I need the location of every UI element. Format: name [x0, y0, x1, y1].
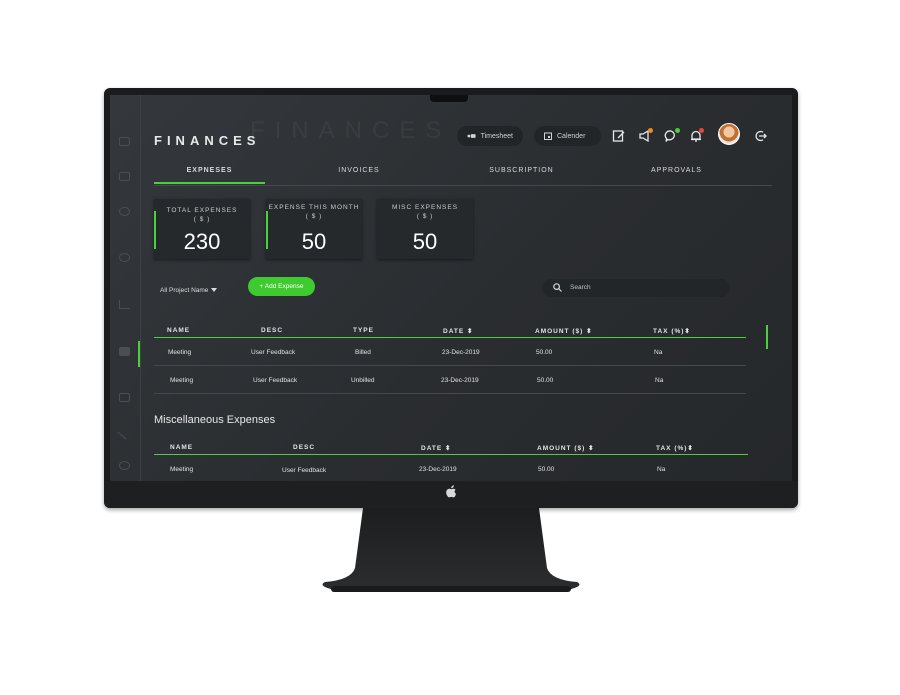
card-value: 50 [301, 229, 327, 254]
tab-subscription[interactable]: SUBSCRIPTION [464, 167, 579, 174]
timesheet-button[interactable]: Timesheet [457, 126, 523, 146]
misc-section-title: Miscellaneous Expenses [154, 414, 276, 426]
card-label-line1: EXPENSE THIS MONTH [268, 204, 360, 211]
card-label: EXPENSE THIS MONTH ( $ ) [266, 203, 362, 221]
cell-amount: 50.00 [537, 377, 554, 384]
monitor: FINANCES FINANCES Timesheet Calender EXP… [104, 88, 798, 508]
card-value: 230 [183, 229, 221, 254]
col-desc[interactable]: DESC [261, 327, 283, 334]
sidebar-dashboard-icon[interactable] [119, 137, 130, 146]
sidebar-settings-icon[interactable] [119, 461, 130, 470]
col-type[interactable]: TYPE [353, 327, 374, 334]
tab-expenses[interactable]: EXPNESES [154, 167, 265, 174]
search-placeholder: Search [570, 284, 591, 291]
sidebar-briefcase-icon[interactable] [119, 172, 130, 181]
cell-tax: Na [654, 349, 663, 356]
cell-name: Meeting [170, 466, 194, 473]
card-misc-expenses: MISC EXPENSES ( $ ) 50 [377, 199, 473, 259]
sidebar-calendar-icon[interactable] [119, 393, 130, 402]
app-screen: FINANCES FINANCES Timesheet Calender EXP… [110, 95, 792, 481]
cell-tax: Na [655, 377, 664, 384]
sidebar-users-icon[interactable] [119, 253, 130, 262]
tab-invoices[interactable]: INVOICES [304, 167, 414, 174]
search-box[interactable]: Search [542, 279, 730, 297]
col-desc[interactable]: DESC [293, 444, 315, 451]
avatar[interactable] [718, 123, 740, 145]
cell-date: 23-Dec-2019 [441, 377, 479, 384]
apple-logo-icon [446, 485, 456, 498]
edit-note-icon[interactable] [612, 129, 626, 143]
scrollbar[interactable] [766, 325, 769, 401]
cell-type: Unbilled [351, 377, 375, 384]
camera-notch [430, 95, 468, 102]
monitor-stand [322, 508, 580, 592]
logout-icon[interactable] [754, 129, 768, 143]
row-divider [154, 365, 746, 366]
col-amount[interactable]: AMOUNT ($) ⬍ [537, 444, 595, 452]
card-label: TOTAL EXPENSES ( $ ) [154, 206, 250, 224]
col-name[interactable]: NAME [170, 444, 193, 451]
header-divider [154, 454, 748, 455]
card-label: MISC EXPENSES ( $ ) [377, 203, 473, 221]
cell-name: Meeting [170, 377, 194, 384]
sidebar-tools-icon[interactable] [117, 425, 132, 440]
timesheet-label: Timesheet [480, 132, 513, 140]
card-label-line2: ( $ ) [416, 213, 434, 220]
card-label-line1: TOTAL EXPENSES [166, 207, 238, 214]
bell-badge [699, 128, 704, 133]
cell-desc: User Feedback [253, 377, 298, 384]
project-dropdown[interactable]: All Project Name [160, 283, 218, 297]
scrollbar-thumb[interactable] [766, 325, 768, 349]
page-title: FINANCES [154, 133, 261, 148]
sidebar-active-indicator [138, 341, 140, 367]
col-name[interactable]: NAME [167, 327, 190, 334]
cell-amount: 50.00 [538, 466, 555, 473]
search-icon [553, 283, 562, 292]
active-tab-underline [154, 182, 265, 184]
timesheet-icon [467, 134, 476, 138]
calendar-button[interactable]: Calender [534, 126, 601, 146]
project-dropdown-label: All Project Name [160, 286, 209, 294]
card-label-line1: MISC EXPENSES [391, 204, 459, 211]
calendar-label: Calender [557, 132, 586, 140]
card-label-line2: ( $ ) [305, 213, 323, 220]
tab-bar: EXPNESES INVOICES SUBSCRIPTION APPROVALS [154, 159, 772, 186]
megaphone-badge [648, 128, 653, 133]
chat-badge [675, 128, 680, 133]
cell-tax: Na [657, 466, 666, 473]
cell-desc: User Feedback [282, 467, 327, 474]
cell-name: Meeting [168, 349, 192, 356]
sidebar [110, 95, 141, 481]
col-tax[interactable]: TAX (%)⬍ [653, 327, 691, 335]
cell-type: Billed [355, 349, 371, 356]
card-total-expenses: TOTAL EXPENSES ( $ ) 230 [154, 199, 250, 259]
col-tax[interactable]: TAX (%)⬍ [656, 444, 694, 452]
col-date[interactable]: DATE ⬍ [443, 327, 473, 335]
sidebar-chart-icon[interactable] [119, 300, 130, 309]
card-expense-this-month: EXPENSE THIS MONTH ( $ ) 50 [266, 199, 362, 259]
sidebar-finance-icon[interactable] [119, 347, 130, 356]
card-label-line2: ( $ ) [193, 216, 211, 223]
col-date[interactable]: DATE ⬍ [421, 444, 451, 452]
row-divider [154, 393, 746, 394]
cell-amount: 50.00 [536, 349, 553, 356]
cell-desc: User Feedback [251, 349, 296, 356]
sidebar-team-icon[interactable] [119, 207, 130, 216]
card-value: 50 [412, 229, 438, 254]
add-expense-button[interactable]: + Add Expense [248, 277, 315, 296]
cell-date: 23-Dec-2019 [442, 349, 480, 356]
header-divider [154, 337, 746, 338]
tab-approvals[interactable]: APPROVALS [624, 167, 729, 174]
cell-date: 23-Dec-2019 [419, 466, 457, 473]
caret-down-icon [211, 288, 218, 292]
ghost-title: FINANCES [250, 117, 452, 144]
calendar-icon [544, 132, 552, 140]
col-amount[interactable]: AMOUNT ($) ⬍ [535, 327, 593, 335]
